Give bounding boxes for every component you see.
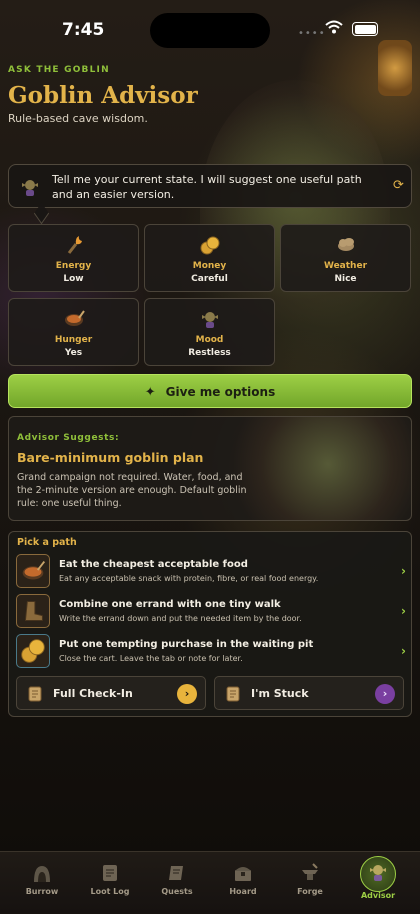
tab-label: Forge bbox=[297, 887, 323, 896]
state-value: Yes bbox=[64, 348, 83, 358]
state-card-weather[interactable]: Weather Nice bbox=[280, 224, 411, 292]
boot-icon bbox=[16, 594, 50, 628]
status-bar: 7:45 •••• bbox=[0, 0, 420, 62]
coins-icon bbox=[200, 236, 220, 255]
state-card-hunger[interactable]: Hunger Yes bbox=[8, 298, 139, 366]
tab-advisor[interactable]: Advisor bbox=[343, 852, 413, 914]
im-stuck-label: I'm Stuck bbox=[251, 687, 309, 700]
scroll-icon bbox=[28, 686, 42, 702]
tab-label: Loot Log bbox=[90, 887, 130, 896]
chevron-right-icon: › bbox=[375, 684, 395, 704]
anvil-icon bbox=[302, 863, 318, 880]
prompt-bubble: Tell me your current state. I will sugge… bbox=[8, 164, 412, 225]
chevron-right-icon: › bbox=[401, 604, 406, 618]
coins-icon bbox=[16, 634, 50, 668]
tab-label: Hoard bbox=[229, 887, 257, 896]
path-subtitle: Close the cart. Leave the tab or note fo… bbox=[59, 654, 243, 663]
advisor-suggestion-card: Advisor Suggests: Bare-minimum goblin pl… bbox=[8, 416, 412, 521]
state-card-money[interactable]: Money Careful bbox=[144, 224, 275, 292]
stew-icon bbox=[16, 554, 50, 588]
state-value: Restless bbox=[188, 348, 231, 358]
battery-icon bbox=[352, 22, 378, 36]
give-options-button[interactable]: ✦ Give me options bbox=[8, 374, 412, 408]
path-row[interactable]: Eat the cheapest acceptable food Eat any… bbox=[16, 554, 406, 592]
path-subtitle: Eat any acceptable snack with protein, f… bbox=[59, 574, 319, 583]
path-title: Combine one errand with one tiny walk bbox=[59, 599, 281, 610]
state-value: Careful bbox=[191, 274, 228, 284]
eyebrow-label: ASK THE GOBLIN bbox=[8, 65, 110, 75]
state-label: Money bbox=[192, 261, 227, 271]
signal-dots: •••• bbox=[298, 28, 326, 39]
im-stuck-button[interactable]: I'm Stuck › bbox=[214, 676, 404, 710]
torch-icon bbox=[67, 236, 82, 254]
goblin-mood-icon bbox=[202, 312, 218, 328]
refresh-icon[interactable]: ⟳ bbox=[393, 179, 407, 193]
tab-forge[interactable]: Forge bbox=[275, 852, 345, 914]
scroll-icon bbox=[226, 686, 240, 702]
goblin-icon bbox=[22, 180, 38, 196]
path-row[interactable]: Combine one errand with one tiny walk Wr… bbox=[16, 594, 406, 632]
tab-burrow[interactable]: Burrow bbox=[7, 852, 77, 914]
state-label: Energy bbox=[55, 261, 92, 271]
path-row[interactable]: Put one tempting purchase in the waiting… bbox=[16, 634, 406, 672]
full-check-in-label: Full Check-In bbox=[53, 687, 133, 700]
prompt-message: Tell me your current state. I will sugge… bbox=[52, 173, 362, 201]
chevron-right-icon: › bbox=[177, 684, 197, 704]
burrow-icon bbox=[34, 866, 50, 882]
goblin-icon bbox=[370, 865, 386, 881]
state-value: Nice bbox=[334, 274, 357, 284]
stew-icon bbox=[65, 310, 85, 326]
tab-label: Burrow bbox=[25, 887, 59, 896]
state-value: Low bbox=[63, 274, 84, 284]
full-check-in-button[interactable]: Full Check-In › bbox=[16, 676, 206, 710]
wifi-icon bbox=[325, 20, 343, 34]
path-title: Eat the cheapest acceptable food bbox=[59, 559, 248, 570]
state-card-mood[interactable]: Mood Restless bbox=[144, 298, 275, 366]
status-time: 7:45 bbox=[62, 20, 105, 40]
path-subtitle: Write the errand down and put the needed… bbox=[59, 614, 302, 623]
paths-heading: Pick a path bbox=[17, 537, 77, 548]
advice-description: Grand campaign not required. Water, food… bbox=[17, 472, 247, 509]
tab-label: Quests bbox=[161, 887, 193, 896]
chevron-right-icon: › bbox=[401, 564, 406, 578]
state-label: Mood bbox=[195, 335, 224, 345]
goblin-portrait bbox=[224, 417, 411, 520]
tab-label: Advisor bbox=[360, 891, 396, 900]
chevron-right-icon: › bbox=[401, 644, 406, 658]
state-label: Hunger bbox=[54, 335, 93, 345]
cloud-icon bbox=[338, 238, 354, 251]
tab-quests[interactable]: Quests bbox=[142, 852, 212, 914]
state-card-energy[interactable]: Energy Low bbox=[8, 224, 139, 292]
sparkle-icon: ✦ bbox=[144, 385, 156, 400]
give-options-label: Give me options bbox=[165, 385, 276, 399]
page-subtitle: Rule-based cave wisdom. bbox=[8, 112, 148, 125]
advice-heading: Advisor Suggests: bbox=[17, 433, 120, 443]
quest-scroll-icon bbox=[169, 866, 183, 880]
scroll-icon bbox=[103, 865, 117, 881]
pick-path-panel: Pick a path Eat the cheapest acceptable … bbox=[8, 531, 412, 717]
tab-loot-log[interactable]: Loot Log bbox=[75, 852, 145, 914]
path-title: Put one tempting purchase in the waiting… bbox=[59, 639, 314, 650]
bottom-tab-bar: Burrow Loot Log Quests Hoard Forge Advis… bbox=[0, 851, 420, 913]
tab-hoard[interactable]: Hoard bbox=[208, 852, 278, 914]
state-label: Weather bbox=[323, 261, 368, 271]
advice-plan-title: Bare-minimum goblin plan bbox=[17, 450, 204, 465]
dynamic-island bbox=[150, 13, 270, 48]
page-title: Goblin Advisor bbox=[8, 82, 198, 109]
chest-icon bbox=[235, 867, 251, 881]
